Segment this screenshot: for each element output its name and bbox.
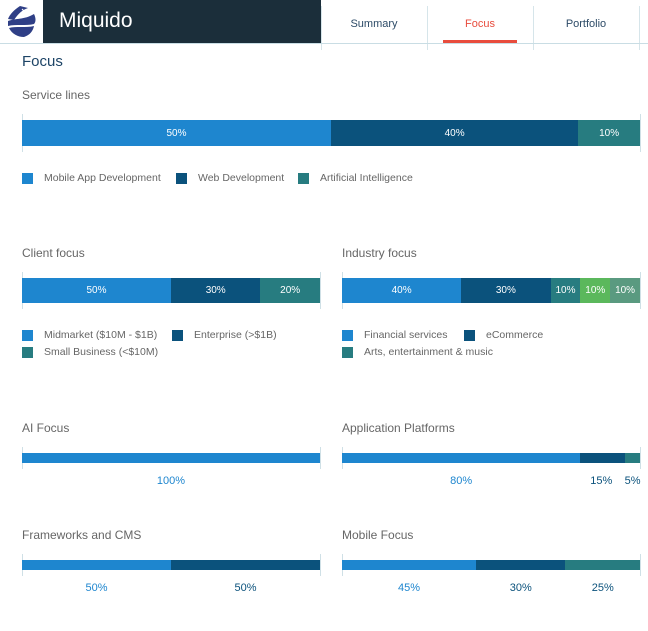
tab-focus[interactable]: Focus (427, 6, 533, 43)
legend-label: Artificial Intelligence (320, 172, 413, 184)
legend-item: Enterprise (>$1B) (172, 329, 277, 341)
frameworks-and-cms-segment (22, 560, 171, 570)
tab-label: Summary (350, 18, 398, 30)
mobile-focus-segment (565, 560, 640, 570)
ai-focus-title: AI Focus (22, 421, 70, 435)
legend-item: Artificial Intelligence (298, 172, 413, 184)
axis-tick (640, 447, 641, 469)
axis-tick (320, 447, 321, 469)
mobile-focus-bar (342, 560, 640, 570)
ai-focus-segment (22, 453, 320, 463)
axis-tick (640, 554, 641, 576)
frameworks-and-cms-segment (171, 560, 320, 570)
tab-label: Focus (465, 18, 495, 30)
tab-summary[interactable]: Summary (321, 6, 427, 43)
legend-swatch (464, 329, 475, 341)
client-focus-title: Client focus (22, 246, 85, 260)
legend-swatch (22, 329, 33, 341)
brand-name: Miquido (43, 0, 321, 43)
legend-swatch (172, 329, 183, 341)
legend-item: Financial services (342, 329, 447, 341)
legend-label: Web Development (198, 172, 285, 184)
axis-tick (320, 272, 321, 309)
service-lines-segment: 50% (22, 120, 331, 146)
header-divider (0, 43, 648, 44)
page-title: Focus (22, 53, 63, 70)
tab-bar: Summary Focus Portfolio (321, 0, 648, 50)
application-platforms-bar (342, 453, 640, 463)
legend-label: Mobile App Development (44, 172, 161, 184)
frameworks-and-cms-data-label: 50% (234, 582, 257, 594)
industry-focus-segment: 10% (580, 278, 611, 303)
industry-focus-segment: 40% (342, 278, 462, 303)
service-lines-title: Service lines (22, 88, 91, 102)
application-platforms-data-label: 5% (624, 475, 641, 487)
mobile-focus-data-label: 25% (591, 582, 614, 594)
axis-tick (640, 272, 641, 309)
application-platforms-title: Application Platforms (342, 421, 455, 435)
application-platforms-data-label: 80% (450, 475, 473, 487)
frameworks-and-cms-title: Frameworks and CMS (22, 528, 142, 542)
service-lines-bar: 50% 40% 10% (22, 120, 640, 146)
client-focus-segment: 20% (260, 278, 320, 303)
legend-swatch (22, 346, 33, 358)
application-platforms-segment (625, 453, 640, 463)
client-focus-segment: 50% (22, 278, 171, 303)
mobile-focus-title: Mobile Focus (342, 528, 414, 542)
legend-label: Financial services (364, 329, 448, 341)
industry-focus-segment: 30% (461, 278, 551, 303)
application-platforms-segment (580, 453, 626, 463)
legend-item: Midmarket ($10M - $1B) (22, 329, 157, 341)
legend-item: Mobile App Development (22, 172, 161, 184)
mobile-focus-segment (476, 560, 566, 570)
mobile-focus-segment (342, 560, 477, 570)
legend-swatch (22, 172, 33, 184)
legend-swatch (342, 329, 353, 341)
industry-focus-segment: 10% (610, 278, 640, 303)
legend-swatch (298, 172, 309, 184)
axis-tick (640, 114, 641, 152)
legend-label: Enterprise (>$1B) (194, 329, 277, 341)
ai-focus-bar (22, 453, 320, 463)
header: Miquido Summary Focus Portfolio (0, 0, 648, 50)
frameworks-and-cms-bar (22, 560, 320, 570)
mobile-focus-data-label: 45% (398, 582, 421, 594)
industry-focus-bar: 40% 30% 10% 10% 10% (342, 278, 640, 303)
frameworks-and-cms-data-label: 50% (85, 582, 108, 594)
service-lines-segment: 40% (331, 120, 579, 146)
service-lines-segment: 10% (578, 120, 640, 146)
legend-label: Small Business (<$10M) (44, 346, 159, 358)
client-focus-segment: 30% (171, 278, 261, 303)
legend-label: Arts, entertainment & music (364, 346, 493, 358)
ai-focus-data-label: 100% (156, 475, 186, 487)
legend-swatch (176, 172, 187, 184)
legend-item: Small Business (<$10M) (22, 346, 158, 358)
legend-item: eCommerce (464, 329, 543, 341)
industry-focus-segment: 10% (550, 278, 581, 303)
application-platforms-segment (342, 453, 581, 463)
axis-tick (320, 554, 321, 576)
miquido-logo-icon[interactable] (0, 0, 43, 43)
legend-item: Arts, entertainment & music (342, 346, 493, 358)
mobile-focus-data-label: 30% (509, 582, 532, 594)
tab-portfolio[interactable]: Portfolio (533, 6, 639, 43)
client-focus-bar: 50% 30% 20% (22, 278, 320, 303)
legend-label: eCommerce (486, 329, 544, 341)
application-platforms-data-label: 15% (590, 475, 613, 487)
legend-item: Web Development (176, 172, 284, 184)
legend-label: Midmarket ($10M - $1B) (44, 329, 158, 341)
legend-swatch (342, 346, 353, 358)
industry-focus-title: Industry focus (342, 246, 417, 260)
tab-label: Portfolio (565, 18, 607, 30)
